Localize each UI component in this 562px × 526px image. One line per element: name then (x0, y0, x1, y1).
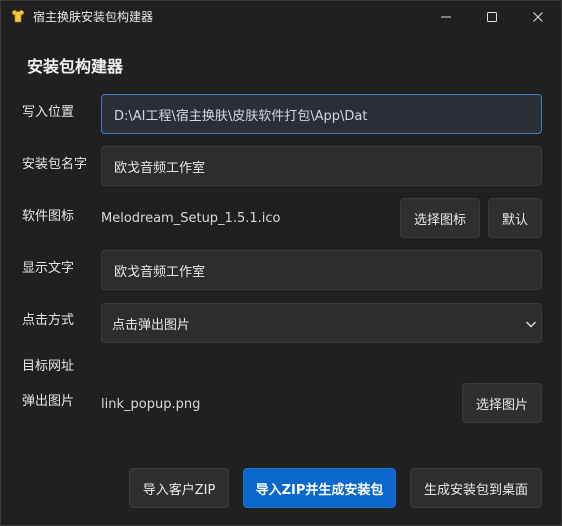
popup-image-label: 弹出图片 (22, 394, 75, 409)
software-icon-filename: Melodream_Setup_1.5.1.ico (101, 211, 281, 226)
target-url-label: 目标网址 (22, 359, 75, 374)
maximize-button[interactable] (469, 1, 515, 32)
click-mode-select[interactable]: 点击弹出图片 (101, 303, 542, 343)
title-bar[interactable]: 宿主换肤安装包构建器 (1, 1, 561, 32)
close-icon (533, 11, 543, 22)
tshirt-icon (10, 8, 26, 24)
chevron-down-icon (526, 321, 536, 328)
maximize-icon (487, 11, 497, 22)
click-mode-label: 点击方式 (22, 313, 75, 328)
generate-to-desktop-button[interactable]: 生成安装包到桌面 (410, 468, 542, 508)
popup-image-filename: link_popup.png (101, 397, 201, 412)
app-window: 宿主换肤安装包构建器 安装包构建器 写入位置 D:\AI工程\宿主换肤\皮肤软件… (0, 0, 562, 526)
choose-image-button[interactable]: 选择图片 (462, 383, 542, 423)
minimize-button[interactable] (423, 1, 469, 32)
display-text-input[interactable]: 欧戈音频工作室 (101, 250, 542, 290)
page-title: 安装包构建器 (27, 57, 124, 76)
click-mode-selected: 点击弹出图片 (112, 317, 191, 333)
window-title: 宿主换肤安装包构建器 (33, 10, 154, 24)
package-name-input[interactable]: 欧戈音频工作室 (101, 146, 542, 186)
install-location-input[interactable]: D:\AI工程\宿主换肤\皮肤软件打包\App\Dat (101, 94, 542, 134)
close-button[interactable] (515, 1, 561, 32)
install-location-label: 写入位置 (22, 105, 75, 120)
software-icon-label: 软件图标 (22, 209, 75, 224)
minimize-icon (441, 16, 451, 17)
import-zip-generate-button[interactable]: 导入ZIP并生成安装包 (243, 468, 396, 508)
import-client-zip-button[interactable]: 导入客户ZIP (129, 468, 229, 508)
default-icon-button[interactable]: 默认 (488, 198, 542, 238)
display-text-label: 显示文字 (22, 261, 75, 276)
package-name-label: 安装包名字 (22, 157, 88, 172)
choose-icon-button[interactable]: 选择图标 (400, 198, 480, 238)
